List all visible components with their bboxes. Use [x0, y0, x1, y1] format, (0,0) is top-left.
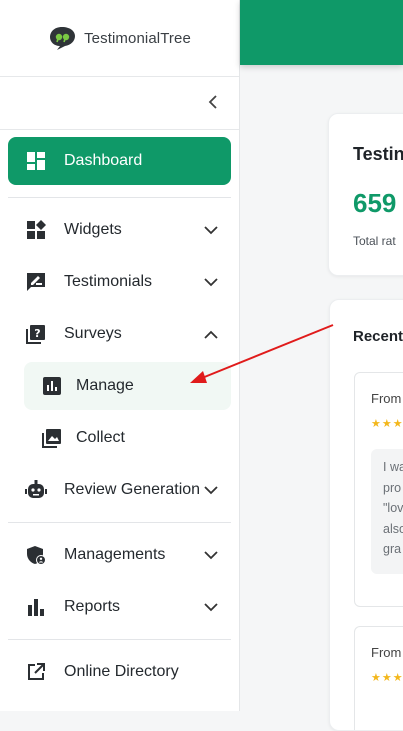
- sidebar-item-label: Widgets: [64, 221, 122, 238]
- photo-icon: [41, 427, 63, 449]
- sidebar-item-review-generation[interactable]: Review Generation: [8, 466, 231, 514]
- sidebar-item-managements[interactable]: Managements: [8, 531, 231, 579]
- review-text-line: I wa: [383, 460, 403, 474]
- sidebar-subitem-label: Manage: [76, 377, 134, 394]
- logo-icon: [50, 27, 76, 50]
- sidebar-item-label: Managements: [64, 546, 166, 563]
- sidebar-item-dashboard[interactable]: Dashboard: [8, 137, 231, 185]
- sidebar-item-online-directory[interactable]: Online Directory: [8, 648, 231, 696]
- sidebar-subitem-collect[interactable]: Collect: [24, 414, 231, 462]
- dashboard-icon: [25, 150, 47, 172]
- brand-logo[interactable]: TestimonialTree: [48, 25, 191, 51]
- chevron-up-icon: [203, 326, 219, 342]
- sidebar-item-label: Review Generation: [64, 481, 201, 498]
- external-link-icon: [25, 661, 47, 683]
- top-bar: [240, 0, 403, 65]
- stat-card-title: Testin: [353, 144, 403, 164]
- stat-card-subtitle: Total rat: [353, 234, 396, 248]
- sidebar-subitem-label: Collect: [76, 429, 125, 446]
- review-stars: ★★★: [371, 672, 403, 684]
- brand-name: TestimonialTree: [84, 29, 191, 47]
- collapse-row: [0, 77, 239, 130]
- sidebar-subitem-manage[interactable]: Manage: [24, 362, 231, 410]
- widgets-icon: [25, 219, 47, 241]
- chevron-down-icon: [203, 599, 219, 615]
- divider: [8, 197, 231, 198]
- review-card[interactable]: From ★★★: [354, 626, 403, 730]
- surveys-icon: ?: [25, 323, 47, 345]
- review-text: I wa pro "lov also gra: [371, 449, 403, 574]
- review-from: From: [371, 391, 402, 406]
- review-card[interactable]: From ★★★ I wa pro "lov also gra: [354, 372, 403, 607]
- sidebar: TestimonialTree Dashboard Widgets Testim…: [0, 0, 240, 711]
- sidebar-item-label: Surveys: [64, 325, 122, 342]
- brand-header: TestimonialTree: [0, 0, 239, 77]
- review-text-line: gra: [383, 542, 402, 556]
- bar-chart-icon: [25, 596, 47, 618]
- bar-chart-icon: [41, 375, 63, 397]
- chevron-down-icon: [203, 547, 219, 563]
- collapse-sidebar-button[interactable]: [205, 94, 221, 110]
- divider: [8, 639, 231, 640]
- chevron-down-icon: [203, 222, 219, 238]
- sidebar-item-testimonials[interactable]: Testimonials: [8, 258, 231, 306]
- sidebar-item-surveys[interactable]: ? Surveys: [8, 310, 231, 358]
- review-text-line: "lov: [383, 501, 403, 515]
- testimonials-icon: [25, 271, 47, 293]
- svg-text:?: ?: [34, 327, 40, 340]
- sidebar-item-label: Online Directory: [64, 663, 179, 680]
- sidebar-item-label: Testimonials: [64, 273, 153, 290]
- review-stars: ★★★: [371, 418, 403, 430]
- sidebar-item-reports[interactable]: Reports: [8, 583, 231, 631]
- chevron-left-icon: [208, 95, 217, 109]
- review-text-line: also: [383, 521, 403, 536]
- recent-card: Recent From ★★★ I wa pro "lov also gra F…: [329, 299, 403, 731]
- chevron-down-icon: [203, 274, 219, 290]
- stat-card-value: 659: [353, 188, 397, 218]
- review-text-line: pro: [383, 480, 402, 495]
- review-from: From: [371, 645, 402, 660]
- sidebar-item-label: Reports: [64, 598, 121, 615]
- chevron-down-icon: [203, 482, 219, 498]
- stat-card: Testin 659 Total rat: [328, 113, 403, 276]
- divider: [8, 522, 231, 523]
- recent-card-title: Recent: [353, 328, 403, 345]
- shield-user-icon: [25, 544, 47, 566]
- robot-icon: [25, 479, 47, 501]
- sidebar-item-widgets[interactable]: Widgets: [8, 206, 231, 254]
- sidebar-item-label: Dashboard: [64, 152, 143, 169]
